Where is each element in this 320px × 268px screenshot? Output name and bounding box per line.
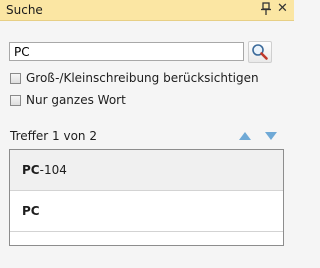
case-sensitive-checkbox[interactable] xyxy=(10,72,21,84)
case-sensitive-option[interactable]: Groß-/Kleinschreibung berücksichtigen xyxy=(10,70,259,86)
pin-icon[interactable] xyxy=(260,2,272,16)
whole-word-label: Nur ganzes Wort xyxy=(26,93,126,107)
panel-title: Suche xyxy=(6,3,43,17)
results-list: PC-104 PC xyxy=(9,149,284,246)
list-item[interactable]: PC-104 xyxy=(10,150,283,191)
list-item[interactable]: PC xyxy=(10,191,283,232)
search-icon xyxy=(252,44,268,60)
whole-word-option[interactable]: Nur ganzes Wort xyxy=(10,92,126,108)
search-input[interactable] xyxy=(9,42,244,61)
hit-counter: Treffer 1 von 2 xyxy=(10,129,97,143)
case-sensitive-label: Groß-/Kleinschreibung berücksichtigen xyxy=(26,71,259,85)
result-match: PC xyxy=(22,204,40,218)
close-icon[interactable]: ✕ xyxy=(277,1,288,17)
previous-hit-icon[interactable] xyxy=(238,131,252,141)
search-button[interactable] xyxy=(248,41,272,63)
next-hit-icon[interactable] xyxy=(264,131,278,141)
result-match: PC xyxy=(22,163,40,177)
result-rest: -104 xyxy=(39,163,67,177)
panel-titlebar: Suche ✕ xyxy=(0,0,294,21)
whole-word-checkbox[interactable] xyxy=(10,94,21,106)
